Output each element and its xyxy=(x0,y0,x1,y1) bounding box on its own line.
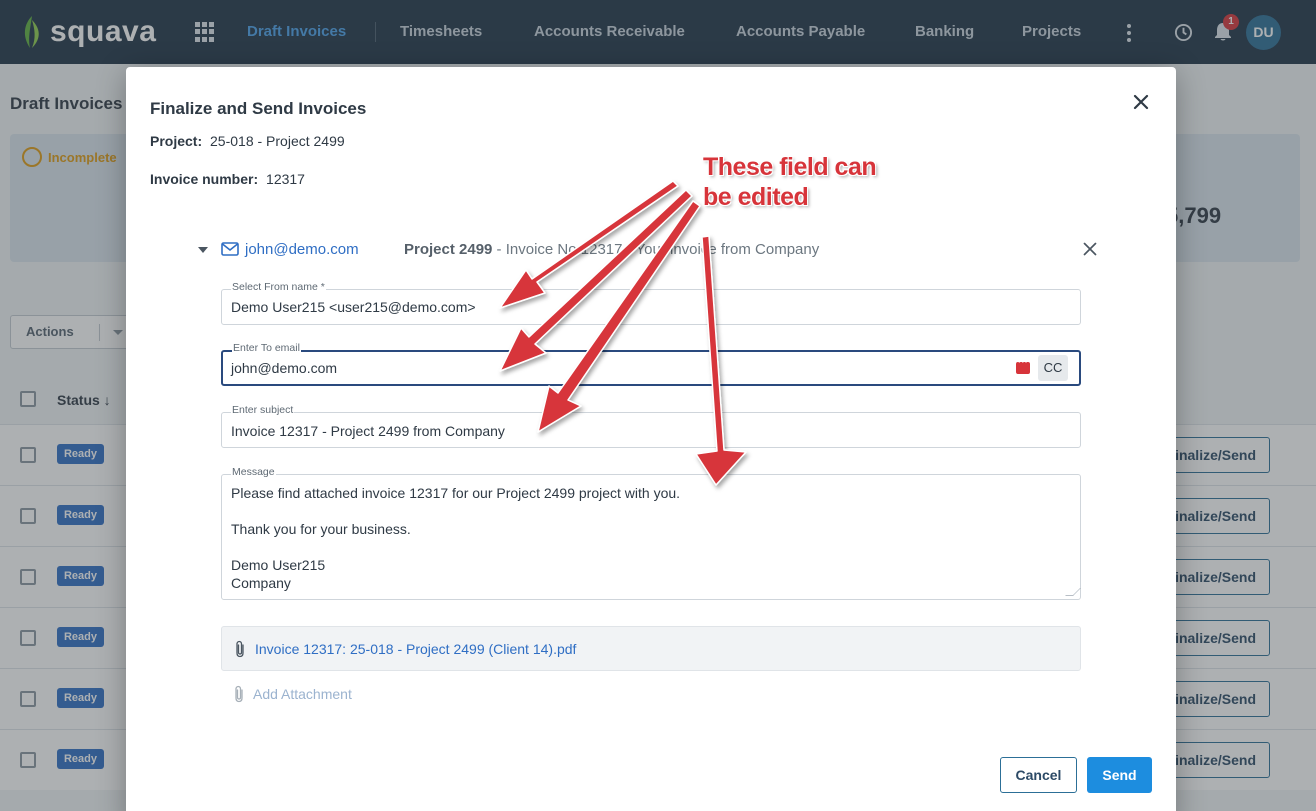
resize-handle[interactable] xyxy=(1065,588,1081,596)
email-subject-summary: Project 2499 - Invoice No 12317 - Your i… xyxy=(404,241,819,258)
paperclip-icon xyxy=(235,685,243,703)
invoice-number-label: Invoice number: xyxy=(150,171,259,187)
from-name-field[interactable]: Select From name * Demo User215 <user215… xyxy=(221,281,1081,325)
invoice-number-info: Invoice number: 12317 xyxy=(150,171,305,187)
to-email-field[interactable]: Enter To email john@demo.com CC xyxy=(221,342,1081,386)
annotation-callout: These field can be edited xyxy=(703,152,923,212)
callout-line-1: These field can xyxy=(703,153,877,181)
from-name-value: Demo User215 <user215@demo.com> xyxy=(231,299,476,315)
remove-email-icon[interactable] xyxy=(1083,242,1097,256)
collapse-caret-icon[interactable] xyxy=(198,247,208,253)
attachment-link[interactable]: Invoice 12317: 25-018 - Project 2499 (Cl… xyxy=(255,641,576,657)
subject-label: Enter subject xyxy=(231,404,295,416)
recipient-email-link[interactable]: john@demo.com xyxy=(245,241,359,258)
cc-button[interactable]: CC xyxy=(1038,355,1068,381)
send-button[interactable]: Send xyxy=(1087,757,1152,793)
message-line: Thank you for your business. xyxy=(231,521,411,537)
paperclip-icon xyxy=(236,640,244,658)
cancel-button[interactable]: Cancel xyxy=(1000,757,1077,793)
subject-project-name: Project 2499 xyxy=(404,241,493,258)
mail-icon xyxy=(221,242,239,256)
project-value: 25-018 - Project 2499 xyxy=(210,133,345,149)
invoice-number-value: 12317 xyxy=(266,171,305,187)
message-label: Message xyxy=(231,466,276,478)
close-icon[interactable] xyxy=(1132,93,1150,111)
subject-value: Invoice 12317 - Project 2499 from Compan… xyxy=(231,423,505,439)
message-line: Demo User215 xyxy=(231,557,326,573)
subject-rest: - Invoice No 12317 - Your invoice from C… xyxy=(492,241,820,258)
attachment-item: Invoice 12317: 25-018 - Project 2499 (Cl… xyxy=(221,626,1081,671)
add-attachment-button[interactable]: Add Attachment xyxy=(233,685,352,705)
password-manager-icon[interactable] xyxy=(1016,357,1030,374)
email-summary-row[interactable]: john@demo.com Project 2499 - Invoice No … xyxy=(198,239,1098,263)
message-textarea[interactable]: Message Please find attached invoice 123… xyxy=(221,466,1081,600)
to-email-label: Enter To email xyxy=(232,342,301,354)
subject-field[interactable]: Enter subject Invoice 12317 - Project 24… xyxy=(221,404,1081,448)
add-attachment-label: Add Attachment xyxy=(253,686,352,702)
to-email-value: john@demo.com xyxy=(231,360,338,376)
message-line: Please find attached invoice 12317 for o… xyxy=(231,485,681,501)
project-label: Project: xyxy=(150,133,203,149)
callout-line-2: be edited xyxy=(703,183,809,211)
project-info: Project: 25-018 - Project 2499 xyxy=(150,133,345,149)
message-line: Company xyxy=(231,575,291,591)
finalize-send-dialog: Finalize and Send Invoices Project: 25-0… xyxy=(126,67,1176,811)
dialog-title: Finalize and Send Invoices xyxy=(150,99,367,118)
from-name-label: Select From name * xyxy=(231,281,326,293)
